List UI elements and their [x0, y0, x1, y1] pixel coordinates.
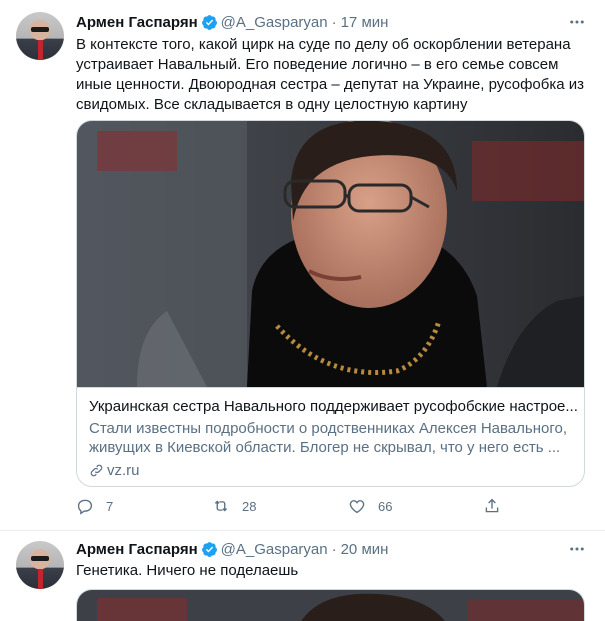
reply-count: 7: [106, 498, 114, 514]
card-description-line: Стали известны подробности о родственник…: [89, 420, 567, 437]
like-button[interactable]: 66: [348, 497, 392, 515]
share-button[interactable]: [483, 497, 501, 515]
author-name[interactable]: Армен Гаспарян: [76, 14, 198, 31]
tweet-text: В контексте того, какой цирк на суде по …: [76, 35, 589, 115]
card-image[interactable]: [77, 590, 584, 621]
tweet-header: Армен Гаспарян @A_Gasparyan · 17 мин: [76, 12, 589, 32]
like-count: 66: [378, 498, 393, 514]
tweet-text: Генетика. Ничего не поделаешь: [76, 561, 589, 581]
retweet-icon: [214, 500, 228, 512]
separator: ·: [331, 13, 337, 31]
author-name[interactable]: Армен Гаспарян: [76, 541, 198, 558]
timestamp[interactable]: 17 мин: [341, 14, 389, 31]
more-button[interactable]: [565, 537, 589, 561]
avatar[interactable]: [16, 541, 64, 589]
tweet-text-line: устраивает Навальный. Его поведение логи…: [76, 56, 559, 73]
timestamp[interactable]: 20 мин: [341, 541, 389, 558]
tweet-actions: 7 28 66: [76, 497, 506, 517]
verified-badge-icon: [201, 14, 217, 30]
share-icon: [485, 498, 499, 513]
like-icon: [349, 500, 365, 514]
more-button[interactable]: [565, 10, 589, 34]
tweet-text-line: В контексте того, какой цирк на суде по …: [76, 36, 571, 53]
card-domain[interactable]: vz.ru: [89, 462, 140, 479]
link-icon: [90, 464, 103, 477]
tweet-text-line: свидомых. Все складывается в одну целост…: [76, 96, 468, 113]
separator: ·: [331, 540, 337, 558]
retweet-count: 28: [242, 498, 257, 514]
tweet-text-line: иные ценности. Двоюродная сестра – депут…: [76, 76, 585, 93]
reply-icon: [77, 499, 93, 515]
tweet-header: Армен Гаспарян @A_Gasparyan · 20 мин: [76, 539, 589, 559]
card-domain-text: vz.ru: [107, 462, 140, 479]
tweet-image[interactable]: [76, 589, 585, 621]
verified-badge-icon: [201, 541, 217, 557]
tweet[interactable]: Армен Гаспарян @A_Gasparyan · 20 мин Ген…: [0, 531, 605, 621]
author-handle[interactable]: @A_Gasparyan: [221, 14, 328, 31]
card-title[interactable]: Украинская сестра Навального поддерживае…: [89, 398, 578, 415]
tweet[interactable]: Армен Гаспарян @A_Gasparyan · 17 мин В к…: [0, 0, 605, 531]
link-preview-card[interactable]: Украинская сестра Навального поддерживае…: [76, 120, 585, 487]
card-body[interactable]: Украинская сестра Навального поддерживае…: [77, 387, 584, 486]
tweet-text-line: Генетика. Ничего не поделаешь: [76, 562, 299, 579]
card-description-line: живущих в Киевской области. Блогер не ск…: [89, 439, 561, 456]
more-icon: [570, 547, 584, 551]
more-icon: [570, 20, 584, 24]
card-image[interactable]: [77, 121, 584, 387]
reply-button[interactable]: 7: [76, 497, 113, 515]
retweet-button[interactable]: 28: [212, 497, 256, 515]
author-handle[interactable]: @A_Gasparyan: [221, 541, 328, 558]
avatar[interactable]: [16, 12, 64, 60]
card-description: Стали известны подробности о родственник…: [89, 419, 567, 457]
